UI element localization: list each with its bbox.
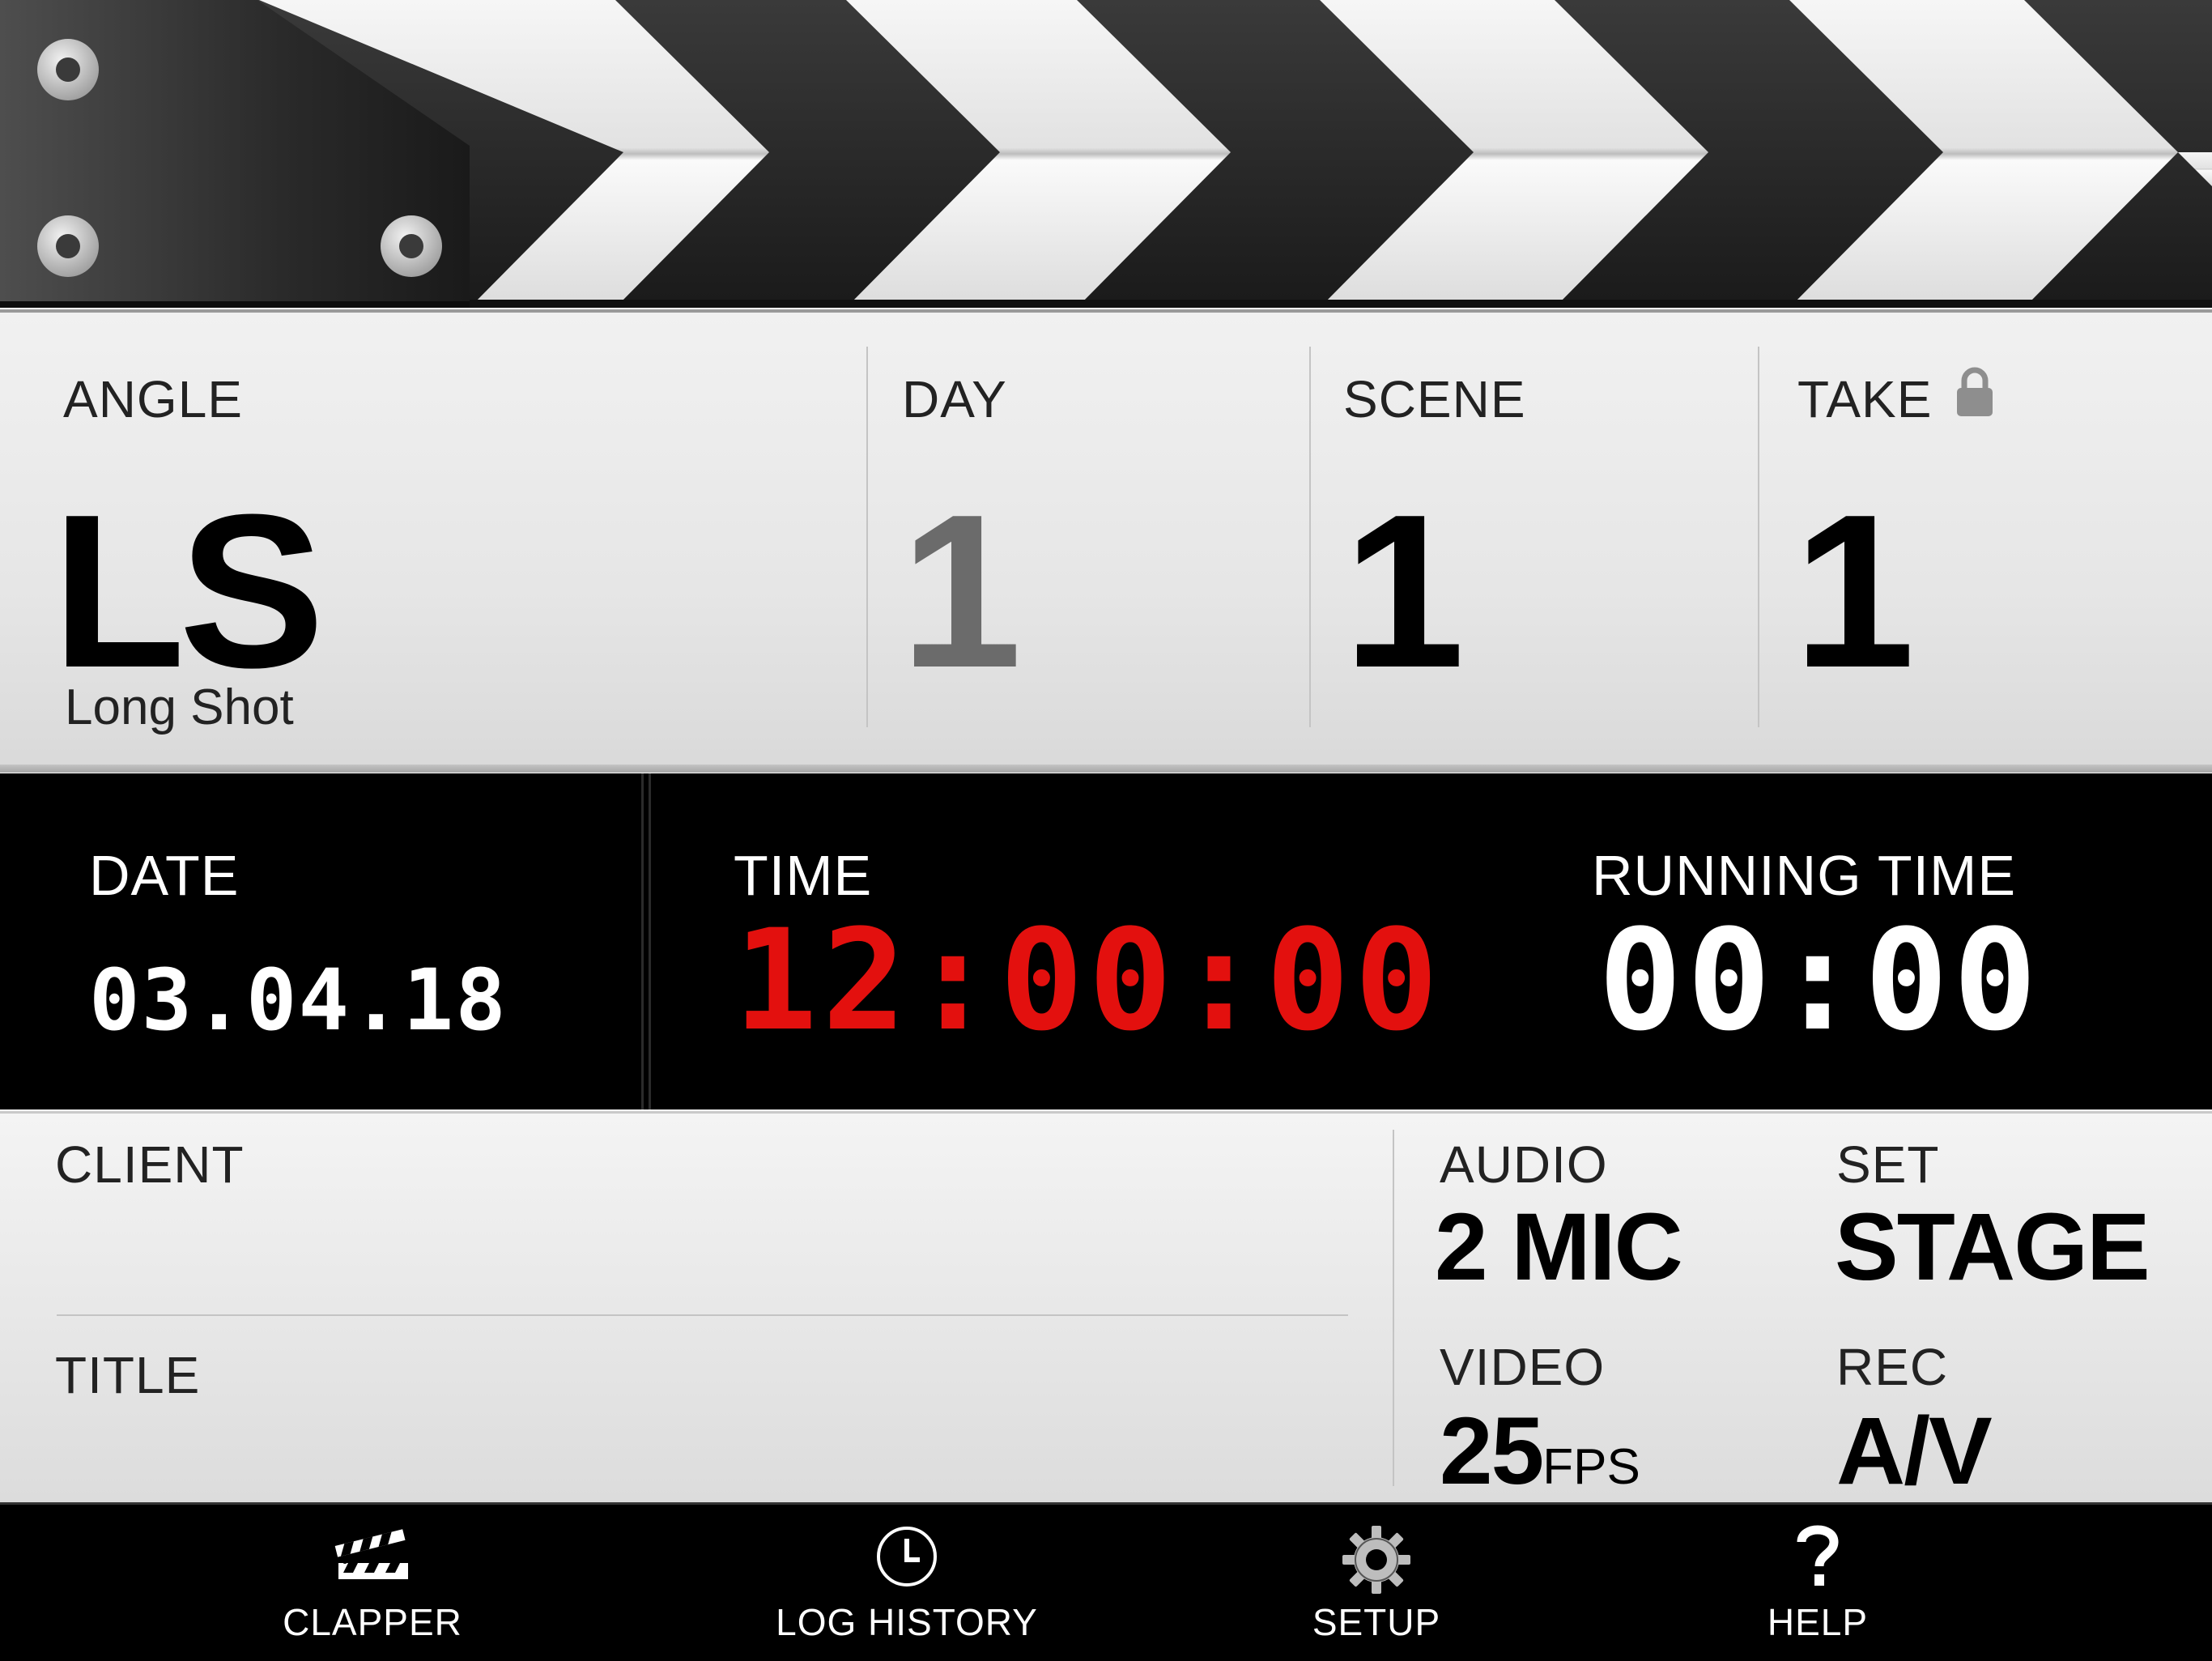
running-time-label: RUNNING TIME: [1592, 844, 2017, 907]
tab-help-label: HELP: [1767, 1601, 1869, 1643]
audio-value: 2 MIC: [1435, 1194, 1683, 1301]
date-field[interactable]: DATE 03.04.18: [0, 773, 636, 1109]
day-value: 1: [900, 470, 1022, 713]
take-label: TAKE: [1797, 370, 1933, 428]
slate-info-panel: ANGLE LS Long Shot DAY 1 SCENE 1 TAKE 1: [0, 309, 2212, 773]
client-label: CLIENT: [55, 1135, 245, 1194]
timecode-panel: DATE 03.04.18 TIME 12:00:00 RUNNING TIME…: [0, 773, 2212, 1109]
angle-description: Long Shot: [65, 679, 294, 735]
clock-icon: [877, 1527, 937, 1586]
video-value: 25FPS: [1440, 1403, 1640, 1499]
tab-clapper-label: CLAPPER: [283, 1601, 462, 1643]
title-label: TITLE: [55, 1346, 201, 1404]
scene-field[interactable]: SCENE 1: [1311, 313, 1758, 718]
time-value: 12:00:00: [734, 899, 1444, 1062]
date-value: 03.04.18: [89, 951, 508, 1050]
lock-icon: [1957, 367, 1993, 416]
take-field[interactable]: TAKE 1: [1759, 313, 2212, 718]
tab-clapper[interactable]: CLAPPER: [211, 1505, 534, 1661]
video-label: VIDEO: [1440, 1338, 1606, 1396]
screw-icon: [381, 215, 442, 277]
tab-help[interactable]: HELP: [1656, 1505, 1980, 1661]
screw-icon: [37, 215, 99, 277]
video-fps-unit: FPS: [1542, 1439, 1640, 1495]
audio-field[interactable]: AUDIO 2 MIC: [1394, 1114, 1807, 1308]
day-field[interactable]: DAY 1: [868, 313, 1309, 718]
clapperboard-icon: [334, 1529, 408, 1579]
set-field[interactable]: SET STAGE: [1807, 1114, 2212, 1308]
audio-label: AUDIO: [1440, 1135, 1608, 1194]
tab-log-history[interactable]: LOG HISTORY: [745, 1505, 1069, 1661]
title-field[interactable]: TITLE: [0, 1316, 1376, 1502]
divider: [636, 773, 656, 1109]
tab-setup-label: SETUP: [1312, 1601, 1441, 1643]
time-label: TIME: [734, 844, 873, 907]
angle-value: LS: [52, 470, 325, 713]
production-details-panel: CLIENT TITLE AUDIO 2 MIC SET STAGE VIDEO…: [0, 1111, 2212, 1502]
tab-log-history-label: LOG HISTORY: [776, 1601, 1038, 1643]
rec-field[interactable]: REC A/V: [1807, 1316, 2212, 1502]
screw-icon: [37, 39, 99, 100]
scene-value: 1: [1343, 470, 1465, 713]
running-time-value: 00:00: [1598, 899, 2042, 1062]
tab-bar: CLAPPER LOG HISTORY SETUP HELP: [0, 1502, 2212, 1661]
angle-label: ANGLE: [63, 370, 243, 428]
angle-field[interactable]: ANGLE LS Long Shot: [0, 313, 866, 735]
clapper-stick[interactable]: [0, 0, 2212, 308]
scene-label: SCENE: [1343, 370, 1526, 428]
question-mark-icon: [1797, 1525, 1839, 1586]
take-value: 1: [1793, 470, 1915, 713]
video-fps-number: 25: [1440, 1398, 1544, 1505]
rec-label: REC: [1836, 1338, 1949, 1396]
set-value: STAGE: [1835, 1194, 2150, 1301]
gear-icon: [1342, 1526, 1410, 1594]
client-field[interactable]: CLIENT: [0, 1114, 1376, 1313]
rec-value: A/V: [1836, 1398, 1993, 1505]
date-label: DATE: [89, 844, 240, 907]
video-field[interactable]: VIDEO 25FPS: [1394, 1316, 1807, 1502]
tab-setup[interactable]: SETUP: [1214, 1505, 1538, 1661]
running-time-field[interactable]: RUNNING TIME 00:00: [1556, 773, 2212, 1109]
set-label: SET: [1836, 1135, 1940, 1194]
time-field[interactable]: TIME 12:00:00: [657, 773, 1556, 1109]
day-label: DAY: [902, 370, 1007, 428]
